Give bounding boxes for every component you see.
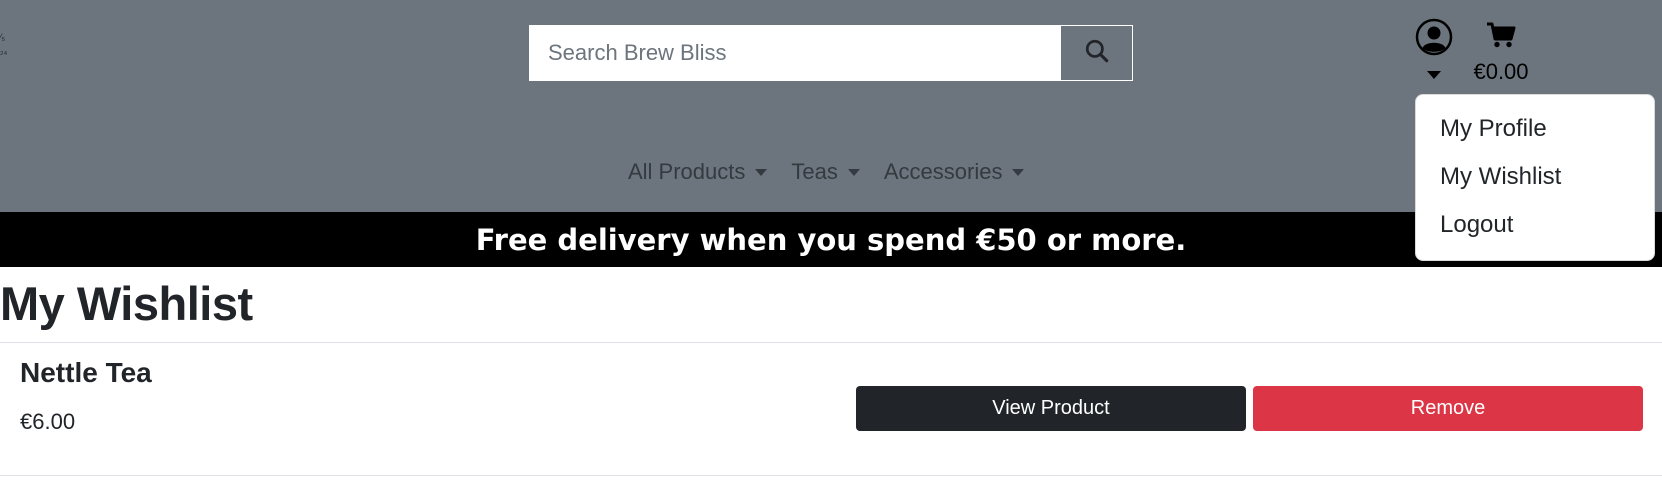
cart-total: €0.00 xyxy=(1473,59,1529,84)
search-form xyxy=(529,25,1133,81)
nav-item-teas[interactable]: Teas xyxy=(791,159,860,185)
chevron-down-icon xyxy=(1012,168,1025,176)
search-input[interactable] xyxy=(529,25,1060,81)
nav-item-label: All Products xyxy=(628,159,746,184)
logo[interactable]: ⁄₅ ₂₄ xyxy=(0,30,14,100)
search-icon xyxy=(1084,38,1110,69)
user-circle-icon xyxy=(1415,18,1453,61)
main-nav: All Products Teas Accessories xyxy=(628,150,1048,194)
menu-item-my-wishlist[interactable]: My Wishlist xyxy=(1416,153,1654,201)
menu-item-logout[interactable]: Logout xyxy=(1416,201,1654,249)
view-product-button[interactable]: View Product xyxy=(856,386,1246,431)
menu-item-my-profile[interactable]: My Profile xyxy=(1416,105,1654,153)
cart-link[interactable]: €0.00 xyxy=(1466,22,1536,88)
account-toggle[interactable] xyxy=(1412,18,1456,84)
wishlist-item: Nettle Tea €6.00 View Product Remove xyxy=(0,343,1662,475)
product-price: €6.00 xyxy=(20,409,76,434)
product-name: Nettle Tea xyxy=(20,357,152,388)
account-dropdown-menu: My Profile My Wishlist Logout xyxy=(1415,94,1655,261)
nav-item-accessories[interactable]: Accessories xyxy=(884,159,1025,185)
nav-item-all-products[interactable]: All Products xyxy=(628,159,768,185)
nav-item-label: Accessories xyxy=(883,159,1003,184)
page-title: My Wishlist xyxy=(0,277,253,330)
chevron-down-icon xyxy=(847,168,860,176)
nav-item-label: Teas xyxy=(791,159,838,184)
site-header: ⁄₅ ₂₄ Search Brew Bliss €0.00 All Produc… xyxy=(0,0,1662,212)
shopping-cart-icon xyxy=(1486,22,1516,53)
chevron-down-icon xyxy=(755,168,768,176)
banner-text: Free delivery when you spend €50 or more… xyxy=(475,222,1187,257)
divider xyxy=(0,475,1662,476)
remove-button[interactable]: Remove xyxy=(1253,386,1643,431)
search-button[interactable] xyxy=(1060,25,1133,81)
chevron-down-icon xyxy=(1427,71,1441,79)
delivery-banner: Free delivery when you spend €50 or more… xyxy=(0,212,1662,267)
